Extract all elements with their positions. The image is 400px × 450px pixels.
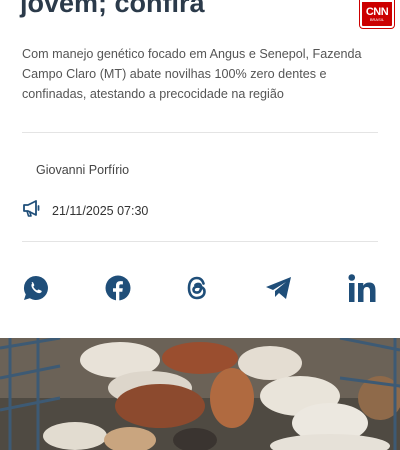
share-facebook-button[interactable]	[105, 275, 131, 301]
facebook-icon	[105, 275, 130, 301]
article-date-row: 21/11/2025 07:30	[22, 199, 148, 222]
share-linkedin-button[interactable]	[348, 273, 380, 303]
article-author[interactable]: Giovanni Porfírio	[36, 163, 129, 177]
article-photo[interactable]	[0, 338, 400, 450]
threads-icon	[187, 276, 206, 300]
divider-bottom	[22, 241, 378, 242]
share-threads-button[interactable]	[185, 275, 209, 301]
megaphone-icon	[22, 199, 42, 222]
article-datetime: 21/11/2025 07:30	[52, 203, 149, 218]
share-bar	[22, 270, 380, 306]
telegram-icon	[265, 277, 291, 299]
cnn-logo-text: CNN	[365, 5, 389, 18]
share-whatsapp-button[interactable]	[22, 274, 50, 302]
divider-top	[22, 132, 378, 133]
cnn-logo-sub: BRASIL	[369, 16, 385, 22]
cnn-brasil-logo[interactable]: CNN BRASIL	[360, 0, 394, 28]
whatsapp-icon	[23, 275, 48, 300]
share-telegram-button[interactable]	[264, 275, 294, 301]
linkedin-icon	[348, 274, 376, 302]
article-headline: jovem; confira	[20, 0, 205, 18]
article-subtitle: Com manejo genético focado em Angus e Se…	[22, 47, 362, 101]
